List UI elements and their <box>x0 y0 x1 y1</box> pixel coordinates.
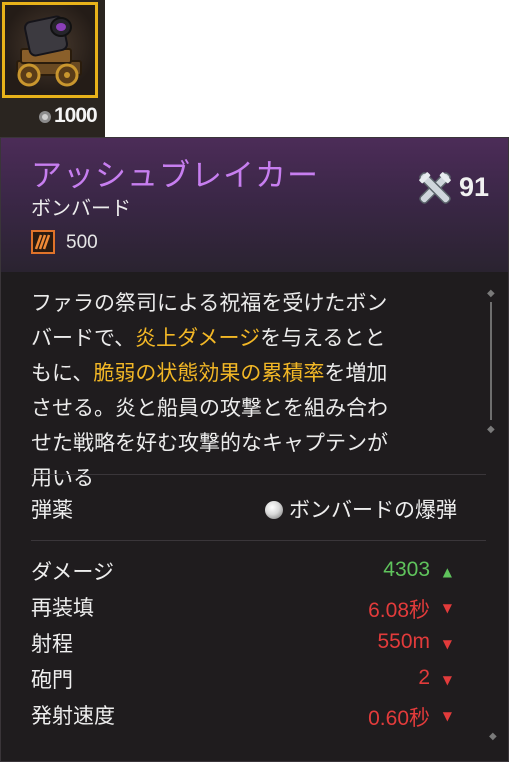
item-slot-frame[interactable] <box>2 2 98 98</box>
highlight-burn-damage: 炎上ダメージ <box>135 326 261 350</box>
cannon-icon <box>16 15 82 87</box>
description-scrollbar[interactable]: ◆ ◆ <box>484 288 498 438</box>
item-name: アッシュブレイカー <box>31 158 319 194</box>
stat-label: 発射速度 <box>31 704 115 728</box>
stat-row-reload: 再装填 6.08秒 ▼ <box>31 592 456 626</box>
stat-label: 再装填 <box>31 596 94 620</box>
scroll-track[interactable] <box>490 302 492 420</box>
down-arrow-icon: ▼ <box>442 601 452 615</box>
down-arrow-icon: ▼ <box>442 637 452 651</box>
crossed-cannons-icon <box>419 172 451 204</box>
stat-value: 550m <box>377 630 430 653</box>
item-price: 1000 <box>54 104 98 127</box>
stat-label: 射程 <box>31 632 73 656</box>
stat-label: ダメージ <box>31 560 114 584</box>
scroll-down-icon[interactable]: ◆ <box>487 424 495 435</box>
scroll-up-icon[interactable]: ◆ <box>487 288 495 299</box>
divider <box>31 540 486 541</box>
stat-row-gunports: 砲門 2 ▼ <box>31 664 456 698</box>
scroll-down-icon[interactable]: ◆ <box>489 731 497 742</box>
highlight-vulnerable-rate: 脆弱の状態効果の累積率 <box>93 361 325 385</box>
tooltip-header: アッシュブレイカー ボンバード 500 91 <box>1 138 508 272</box>
item-type: ボンバード <box>31 196 131 220</box>
stat-value: 2 <box>418 666 430 689</box>
description-line: させる。炎と船員の攻撃とを組み合わ <box>31 396 388 420</box>
ammo-value: ボンバードの爆弾 <box>265 494 457 524</box>
bomb-icon <box>265 501 283 519</box>
stat-value: 4303 <box>383 558 430 581</box>
description-line: ファラの祭司による祝福を受けたボン <box>31 291 388 315</box>
description-line: もに、脆弱の状態効果の累積率を増加 <box>31 361 388 385</box>
description-line: せた戦略を好む攻撃的なキャプテンが <box>31 431 388 455</box>
stat-value: 6.08秒 <box>368 599 430 622</box>
up-arrow-icon: ▲ <box>442 565 452 579</box>
item-slot[interactable]: 1000 <box>0 0 105 137</box>
stat-value: 0.60秒 <box>368 707 430 730</box>
description-line: 用いる <box>31 466 94 490</box>
item-description: ファラの祭司による祝福を受けたボン バードで、炎上ダメージを与えるとと もに、脆… <box>31 286 471 496</box>
fire-damage-value: 500 <box>66 232 98 253</box>
item-tooltip: アッシュブレイカー ボンバード 500 91 ファラの祭司による祝福を受けたボン… <box>0 137 509 762</box>
stat-row-damage: ダメージ 4303 ▲ <box>31 556 456 590</box>
divider <box>31 474 486 475</box>
stat-row-fire-rate: 発射速度 0.60秒 ▼ <box>31 700 456 734</box>
stat-row-range: 射程 550m ▼ <box>31 628 456 662</box>
description-line: バードで、炎上ダメージを与えるとと <box>31 326 386 350</box>
gear-score: 91 <box>459 172 490 202</box>
currency-icon <box>39 111 51 123</box>
ammo-label: 弾薬 <box>31 498 73 522</box>
down-arrow-icon: ▼ <box>442 709 452 723</box>
down-arrow-icon: ▼ <box>442 673 452 687</box>
fire-damage-icon <box>31 230 55 254</box>
stat-label: 砲門 <box>31 668 73 692</box>
